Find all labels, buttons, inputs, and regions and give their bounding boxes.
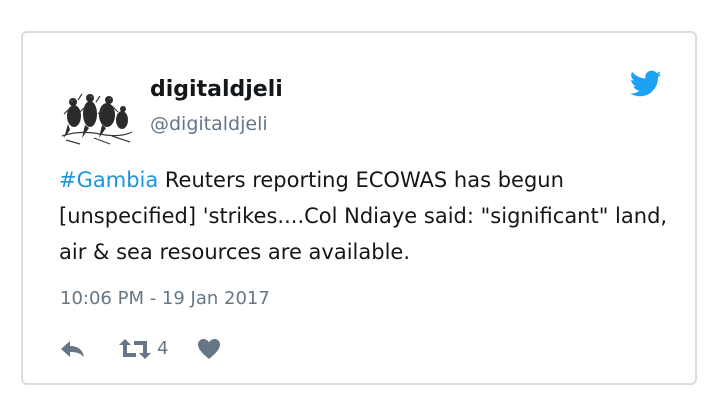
user-handle[interactable]: @digitaldjeli: [150, 111, 268, 137]
retweet-icon: [119, 339, 151, 359]
reply-icon: [61, 341, 84, 357]
retweet-count: 4: [157, 338, 169, 359]
tweet-text: #Gambia Reuters reporting ECOWAS has beg…: [59, 162, 684, 270]
hashtag-link[interactable]: #Gambia: [59, 168, 158, 192]
reply-button[interactable]: [60, 339, 86, 359]
twitter-bird-icon[interactable]: [629, 70, 662, 98]
avatar-image: [60, 78, 134, 152]
display-name[interactable]: digitaldjeli: [150, 75, 283, 105]
avatar[interactable]: [60, 78, 134, 152]
retweet-button[interactable]: 4: [119, 337, 168, 361]
tweet-card: digitaldjeli @digitaldjeli #Gambia Reute…: [21, 31, 697, 385]
like-button[interactable]: [197, 338, 221, 360]
heart-icon: [198, 339, 221, 359]
tweet-actions: 4: [60, 333, 221, 365]
tweet-timestamp[interactable]: 10:06 PM - 19 Jan 2017: [60, 286, 270, 312]
